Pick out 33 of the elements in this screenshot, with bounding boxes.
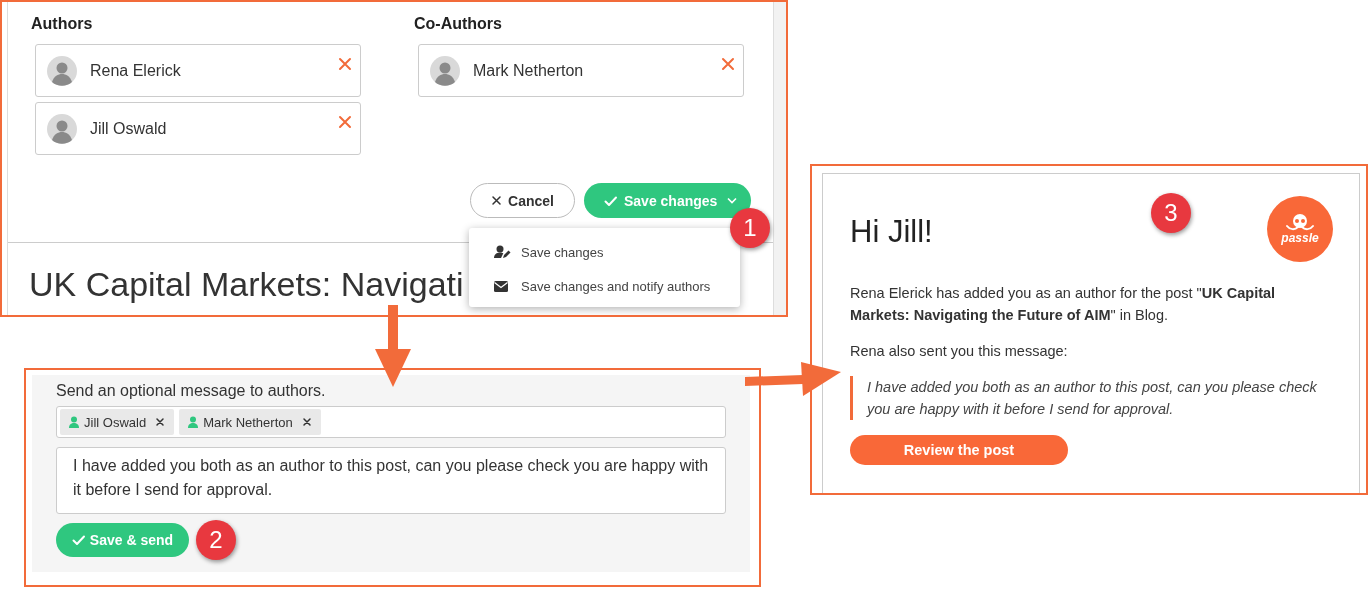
recipient-tag[interactable]: Mark Netherton xyxy=(179,409,321,435)
octopus-icon xyxy=(1284,213,1316,232)
author-name: Rena Elerick xyxy=(90,61,181,80)
message-field[interactable]: I have added you both as an author to this post, can you please check you are happy with it before I send for approval. xyxy=(56,447,726,514)
logo-text: passle xyxy=(1281,232,1319,245)
check-icon xyxy=(71,534,86,546)
quoted-message: I have added you both as an author to this post, can you please check you are happy with it before I send for approval. xyxy=(850,376,1327,420)
avatar xyxy=(47,113,77,144)
check-icon xyxy=(604,194,618,207)
person-icon xyxy=(187,416,200,428)
avatar xyxy=(430,55,460,86)
greeting: Hi Jill! xyxy=(850,214,933,250)
recipient-tag[interactable]: Jill Oswald xyxy=(60,409,175,435)
email-text: Rena also sent you this message: xyxy=(850,342,1069,361)
scrollbar[interactable] xyxy=(773,2,786,315)
email-text: Rena Elerick has added you as an author for the post "UK Capital Markets: Navigating the Future of AIM" in Blog. xyxy=(850,284,1277,325)
menu-item[interactable]: Save changes and notify authors xyxy=(469,269,740,303)
form-label: Send an optional message to authors. xyxy=(56,381,327,401)
section-label: Authors xyxy=(31,14,94,34)
avatar xyxy=(47,55,77,86)
cancel-button[interactable]: Cancel xyxy=(470,183,575,218)
author-name: Mark Netherton xyxy=(473,61,584,80)
chevron-down-icon[interactable] xyxy=(727,197,737,204)
close-icon[interactable] xyxy=(155,417,166,427)
mail-icon xyxy=(494,280,508,292)
section-label: Co-Authors xyxy=(414,14,503,34)
person-icon xyxy=(68,416,80,428)
recipients-field[interactable]: Jill Oswald Mark Netherton xyxy=(56,406,726,438)
person-edit-icon xyxy=(494,245,511,259)
close-icon[interactable] xyxy=(491,195,503,206)
author-name: Jill Oswald xyxy=(90,119,167,138)
post-title: UK Capital Markets: Navigati xyxy=(29,264,464,304)
close-icon[interactable] xyxy=(301,417,312,427)
